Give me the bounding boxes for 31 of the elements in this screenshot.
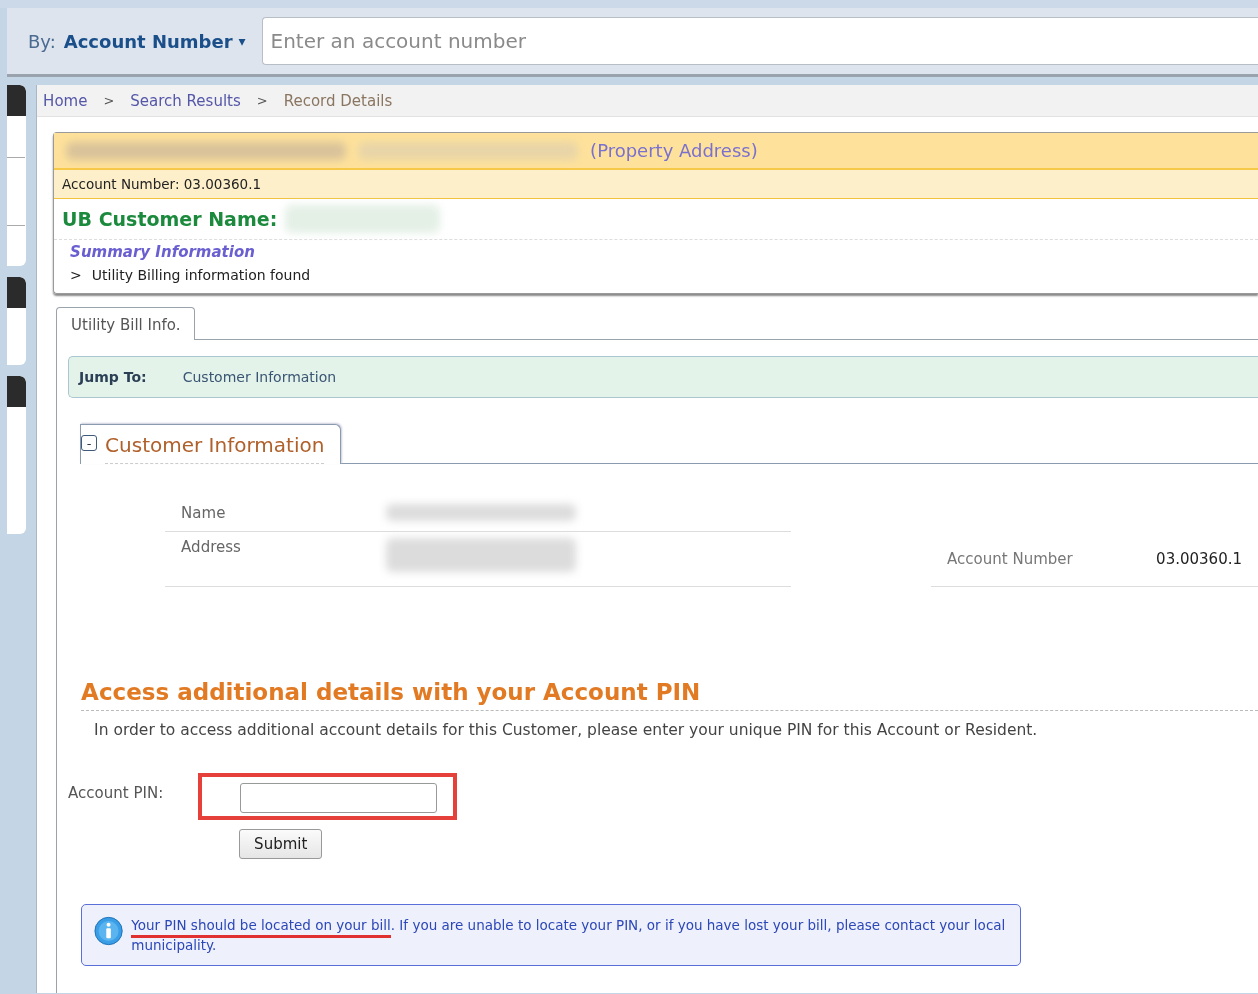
section-title: Customer Information xyxy=(105,433,325,464)
field-label: Address xyxy=(181,538,242,558)
search-field[interactable]: Enter an account number xyxy=(261,17,1258,65)
tab[interactable]: Utility Bill Info. xyxy=(56,307,196,340)
pin-location-link[interactable]: Your PIN should be located on your bill xyxy=(131,917,391,938)
bullet-marker: > xyxy=(70,267,82,283)
customer-name-label: UB Customer Name: xyxy=(62,208,278,230)
field-label: Account PIN: xyxy=(68,783,165,802)
breadcrumb-link[interactable]: Search Results xyxy=(130,91,241,110)
search-type-dropdown[interactable]: Account Number ▾ xyxy=(63,30,246,52)
summary-title: Summary Information xyxy=(70,243,256,261)
account-number-text: Account Number: 03.00360.1 xyxy=(62,176,262,192)
intro-text: In order to access additional account details for this Customer, please enter your unique PIN for this Account or Resident. xyxy=(94,721,1039,739)
search-by-label: By: xyxy=(28,30,56,52)
field-label: Account Number xyxy=(947,550,1074,568)
breadcrumb-current: Record Details xyxy=(283,91,393,110)
jump-link[interactable]: Customer Information xyxy=(182,369,337,385)
info-icon xyxy=(94,915,124,947)
field-value: 03.00360.1 xyxy=(1156,550,1242,568)
info-text: Your PIN should be located on your bill. If you are unable to locate your PIN, or if you have lost your bill, please contact your local municipality. xyxy=(131,916,1007,955)
section-heading: Access additional details with your Account PIN xyxy=(81,679,1258,711)
property-address-label: (Property Address) xyxy=(590,140,758,161)
field-label: Name xyxy=(181,504,227,524)
breadcrumb-link[interactable]: Home xyxy=(43,91,88,110)
collapse-toggle[interactable]: - xyxy=(81,435,98,451)
summary-item: Utility Billing information found xyxy=(91,267,311,283)
breadcrumb-separator: > xyxy=(256,93,268,108)
jump-to-label: Jump To: xyxy=(79,369,147,385)
pin-field[interactable] xyxy=(240,783,438,813)
breadcrumb-separator: > xyxy=(103,93,115,108)
submit-button[interactable]: Submit xyxy=(239,829,323,859)
